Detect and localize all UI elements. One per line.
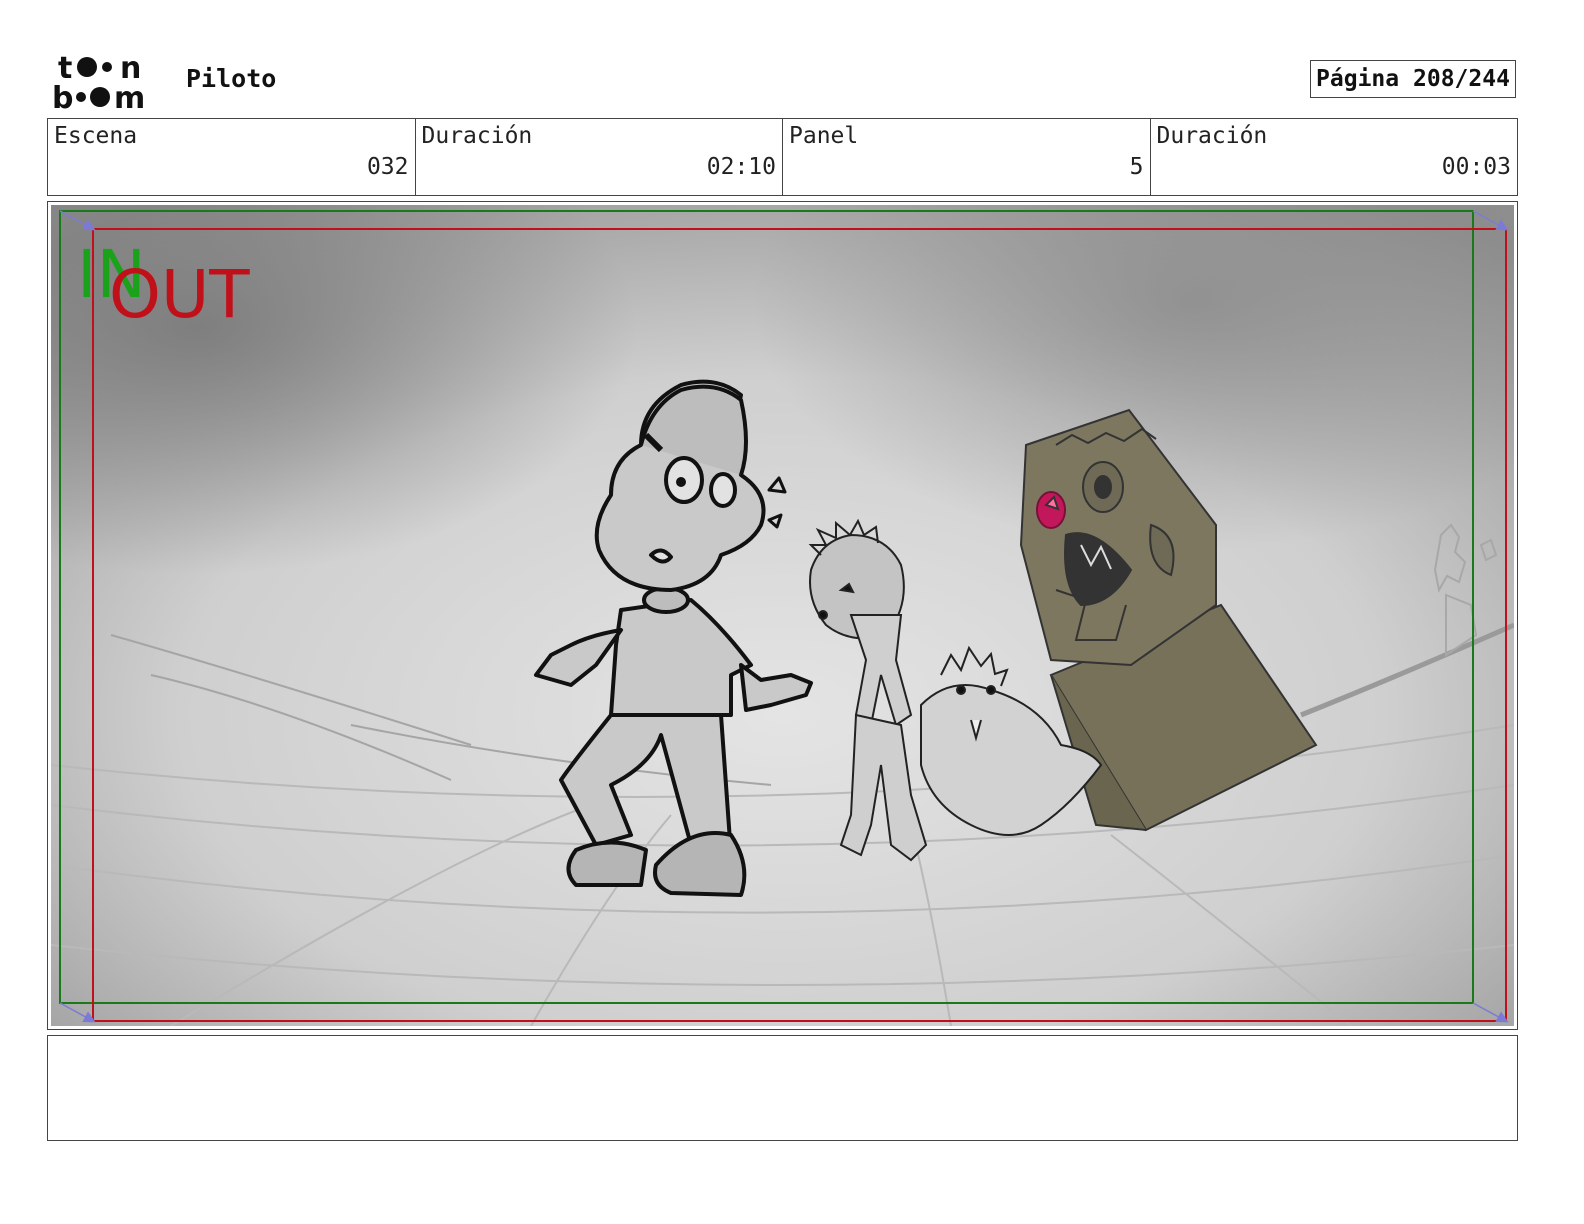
out-marker: OUT	[109, 256, 250, 333]
scene-label: Escena	[54, 123, 138, 149]
panel-drawing: IN OUT	[51, 205, 1514, 1026]
panel-value: 5	[1129, 154, 1144, 180]
storyboard-panel: IN OUT	[47, 201, 1518, 1030]
page-indicator: Página 208/244	[1310, 60, 1516, 98]
page-number: 208/244	[1413, 66, 1510, 92]
panel-cell: Panel 5	[783, 119, 1151, 195]
panel-label: Panel	[789, 123, 859, 149]
svg-text:m: m	[114, 81, 145, 112]
svg-text:b: b	[52, 81, 73, 112]
scene-duration-value: 02:10	[706, 154, 776, 180]
panel-notes	[47, 1035, 1518, 1141]
scene-cell: Escena 032	[48, 119, 416, 195]
project-title: Piloto	[186, 64, 277, 93]
toon-boom-logo: t n b m	[52, 51, 145, 112]
scene-info-table: Escena 032 Duración 02:10 Panel 5 Duraci…	[47, 118, 1518, 196]
panel-duration-value: 00:03	[1441, 154, 1511, 180]
scene-value: 032	[366, 154, 409, 180]
scene-duration-label: Duración	[421, 123, 533, 149]
scene-duration-cell: Duración 02:10	[416, 119, 783, 195]
panel-duration-cell: Duración 00:03	[1151, 119, 1518, 195]
panel-duration-label: Duración	[1156, 123, 1268, 149]
page-label: Página	[1316, 66, 1400, 92]
